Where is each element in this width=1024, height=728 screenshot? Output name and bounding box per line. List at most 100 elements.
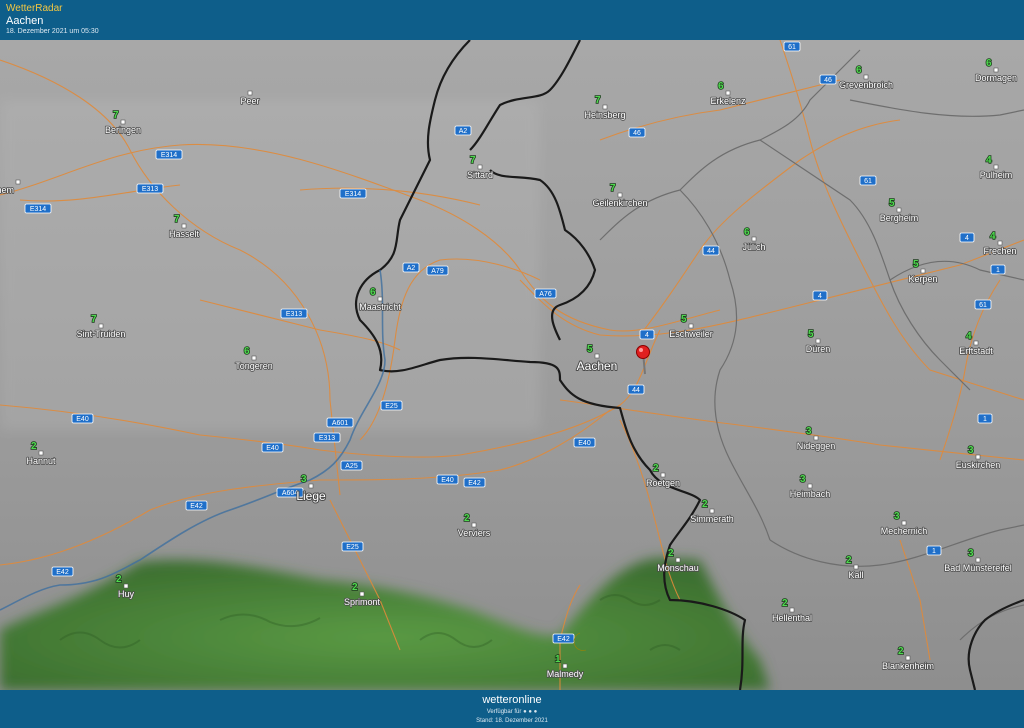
city-dot bbox=[660, 472, 666, 478]
wetteronline-logo: wetteronline bbox=[482, 694, 542, 706]
road-shield: A79 bbox=[426, 265, 449, 276]
city-temperature: 5 bbox=[889, 198, 895, 209]
city-name: Sint-Truiden bbox=[77, 329, 126, 339]
road-shield: E314 bbox=[339, 188, 367, 199]
city-name: Dormagen bbox=[975, 73, 1017, 83]
road-shield: E40 bbox=[71, 413, 94, 424]
road-shield: 4 bbox=[959, 232, 975, 243]
city-dot bbox=[675, 557, 681, 563]
city-name: Sprimont bbox=[344, 597, 381, 607]
road-shield: 46 bbox=[819, 74, 837, 85]
city-name: Heinsberg bbox=[584, 110, 625, 120]
city-name: Aachen bbox=[577, 359, 618, 373]
city-temperature: 7 bbox=[595, 95, 601, 106]
road-shield-label: A2 bbox=[407, 265, 416, 272]
city-name: Kall bbox=[848, 570, 863, 580]
city-dot bbox=[725, 90, 731, 96]
road-shield-label: E313 bbox=[142, 186, 158, 193]
road-shield-label: E42 bbox=[56, 569, 69, 576]
map-canvas: 6146A2 46E314E313E314E314614441A2 A79A76E3… bbox=[0, 40, 1024, 690]
road-shield: E42 bbox=[51, 566, 74, 577]
city-name: Bad Münstereifel bbox=[944, 563, 1012, 573]
city-dot bbox=[247, 90, 253, 96]
city-dot bbox=[815, 338, 821, 344]
city-name: Simmerath bbox=[690, 514, 734, 524]
city-name: Frechen bbox=[983, 246, 1016, 256]
road-shield: E314 bbox=[24, 203, 52, 214]
city-temperature: 7 bbox=[470, 155, 476, 166]
city-temperature: 3 bbox=[968, 548, 974, 559]
city-name: Jülich bbox=[742, 242, 765, 252]
city-temperature: 3 bbox=[301, 474, 307, 485]
app-footer: wetteronline Verfügbar für ● ● ● Stand: … bbox=[0, 690, 1024, 728]
road-shield: E40 bbox=[573, 437, 596, 448]
city-temperature: 6 bbox=[986, 58, 992, 69]
city-dot bbox=[602, 104, 608, 110]
city-dot bbox=[853, 564, 859, 570]
road-shield-label: E25 bbox=[346, 544, 359, 551]
city-name: Erkelenz bbox=[710, 96, 746, 106]
city-dot bbox=[751, 236, 757, 242]
road-shield: E25 bbox=[380, 400, 403, 411]
city-temperature: 4 bbox=[990, 231, 996, 242]
road-shield-label: E314 bbox=[161, 152, 177, 159]
city-temperature: 6 bbox=[244, 346, 250, 357]
brand-title: WetterRadar bbox=[6, 3, 63, 14]
road-shield-label: 4 bbox=[645, 332, 649, 339]
road-shield-label: E313 bbox=[286, 311, 302, 318]
road-shield: 46 bbox=[628, 127, 646, 138]
city-dot bbox=[813, 435, 819, 441]
city-dot bbox=[98, 323, 104, 329]
city-temperature: 7 bbox=[113, 110, 119, 121]
road-shield-label: E42 bbox=[557, 636, 570, 643]
city-name: Hasselt bbox=[169, 229, 200, 239]
city-name: Bergheim bbox=[880, 213, 919, 223]
city-dot bbox=[251, 355, 257, 361]
road-shield: 44 bbox=[627, 384, 645, 395]
road-shield: A601 bbox=[326, 417, 354, 428]
road-shield: 61 bbox=[859, 175, 877, 186]
city-dot bbox=[377, 296, 383, 302]
city-dot bbox=[896, 207, 902, 213]
city-name: Sittard bbox=[467, 170, 493, 180]
road-shield: E313 bbox=[313, 432, 341, 443]
city-dot bbox=[15, 179, 21, 185]
road-shield-label: 44 bbox=[707, 248, 715, 255]
road-shield: A76 bbox=[534, 288, 557, 299]
city-dot bbox=[471, 522, 477, 528]
road-shield-label: 46 bbox=[824, 77, 832, 84]
road-shield-label: E314 bbox=[30, 206, 46, 213]
road-shield: A2 bbox=[402, 262, 420, 273]
city-dot bbox=[594, 353, 600, 359]
road-shield: 44 bbox=[702, 245, 720, 256]
city-temperature: 6 bbox=[370, 287, 376, 298]
road-shield-label: E40 bbox=[266, 445, 279, 452]
city-dot bbox=[308, 483, 314, 489]
city-dot bbox=[973, 340, 979, 346]
city-dot bbox=[181, 223, 187, 229]
city-dot bbox=[993, 164, 999, 170]
city-temperature: 4 bbox=[966, 331, 972, 342]
road-shield: 4 bbox=[639, 329, 655, 340]
city-name: Blankenheim bbox=[882, 661, 934, 671]
availability-label: Verfügbar für bbox=[486, 709, 522, 715]
location-title: Aachen bbox=[6, 15, 44, 27]
road-shield-label: 1 bbox=[983, 416, 987, 423]
road-shield: 61 bbox=[974, 299, 992, 310]
road-shield: A2 bbox=[454, 125, 472, 136]
road-shield: 1 bbox=[990, 264, 1006, 275]
city-name: Düren bbox=[806, 344, 831, 354]
radar-map[interactable]: 61 46 A2 46 E314 E313 E314 E314 61 44 4 1 A2 A79 A76 E3… bbox=[0, 40, 1024, 690]
city-temperature: 6 bbox=[744, 227, 750, 238]
road-shield-label: 61 bbox=[864, 178, 872, 185]
road-shield: E25 bbox=[341, 541, 364, 552]
city-dot bbox=[975, 454, 981, 460]
city-temperature: 7 bbox=[174, 214, 180, 225]
city-dot bbox=[920, 268, 926, 274]
city-temperature: 7 bbox=[91, 314, 97, 325]
road-shield-label: E42 bbox=[190, 503, 203, 510]
road-shield-label: 46 bbox=[633, 130, 641, 137]
city-dot bbox=[905, 655, 911, 661]
road-shield: E42 bbox=[463, 477, 486, 488]
city-name: Geilenkirchen bbox=[592, 198, 647, 208]
